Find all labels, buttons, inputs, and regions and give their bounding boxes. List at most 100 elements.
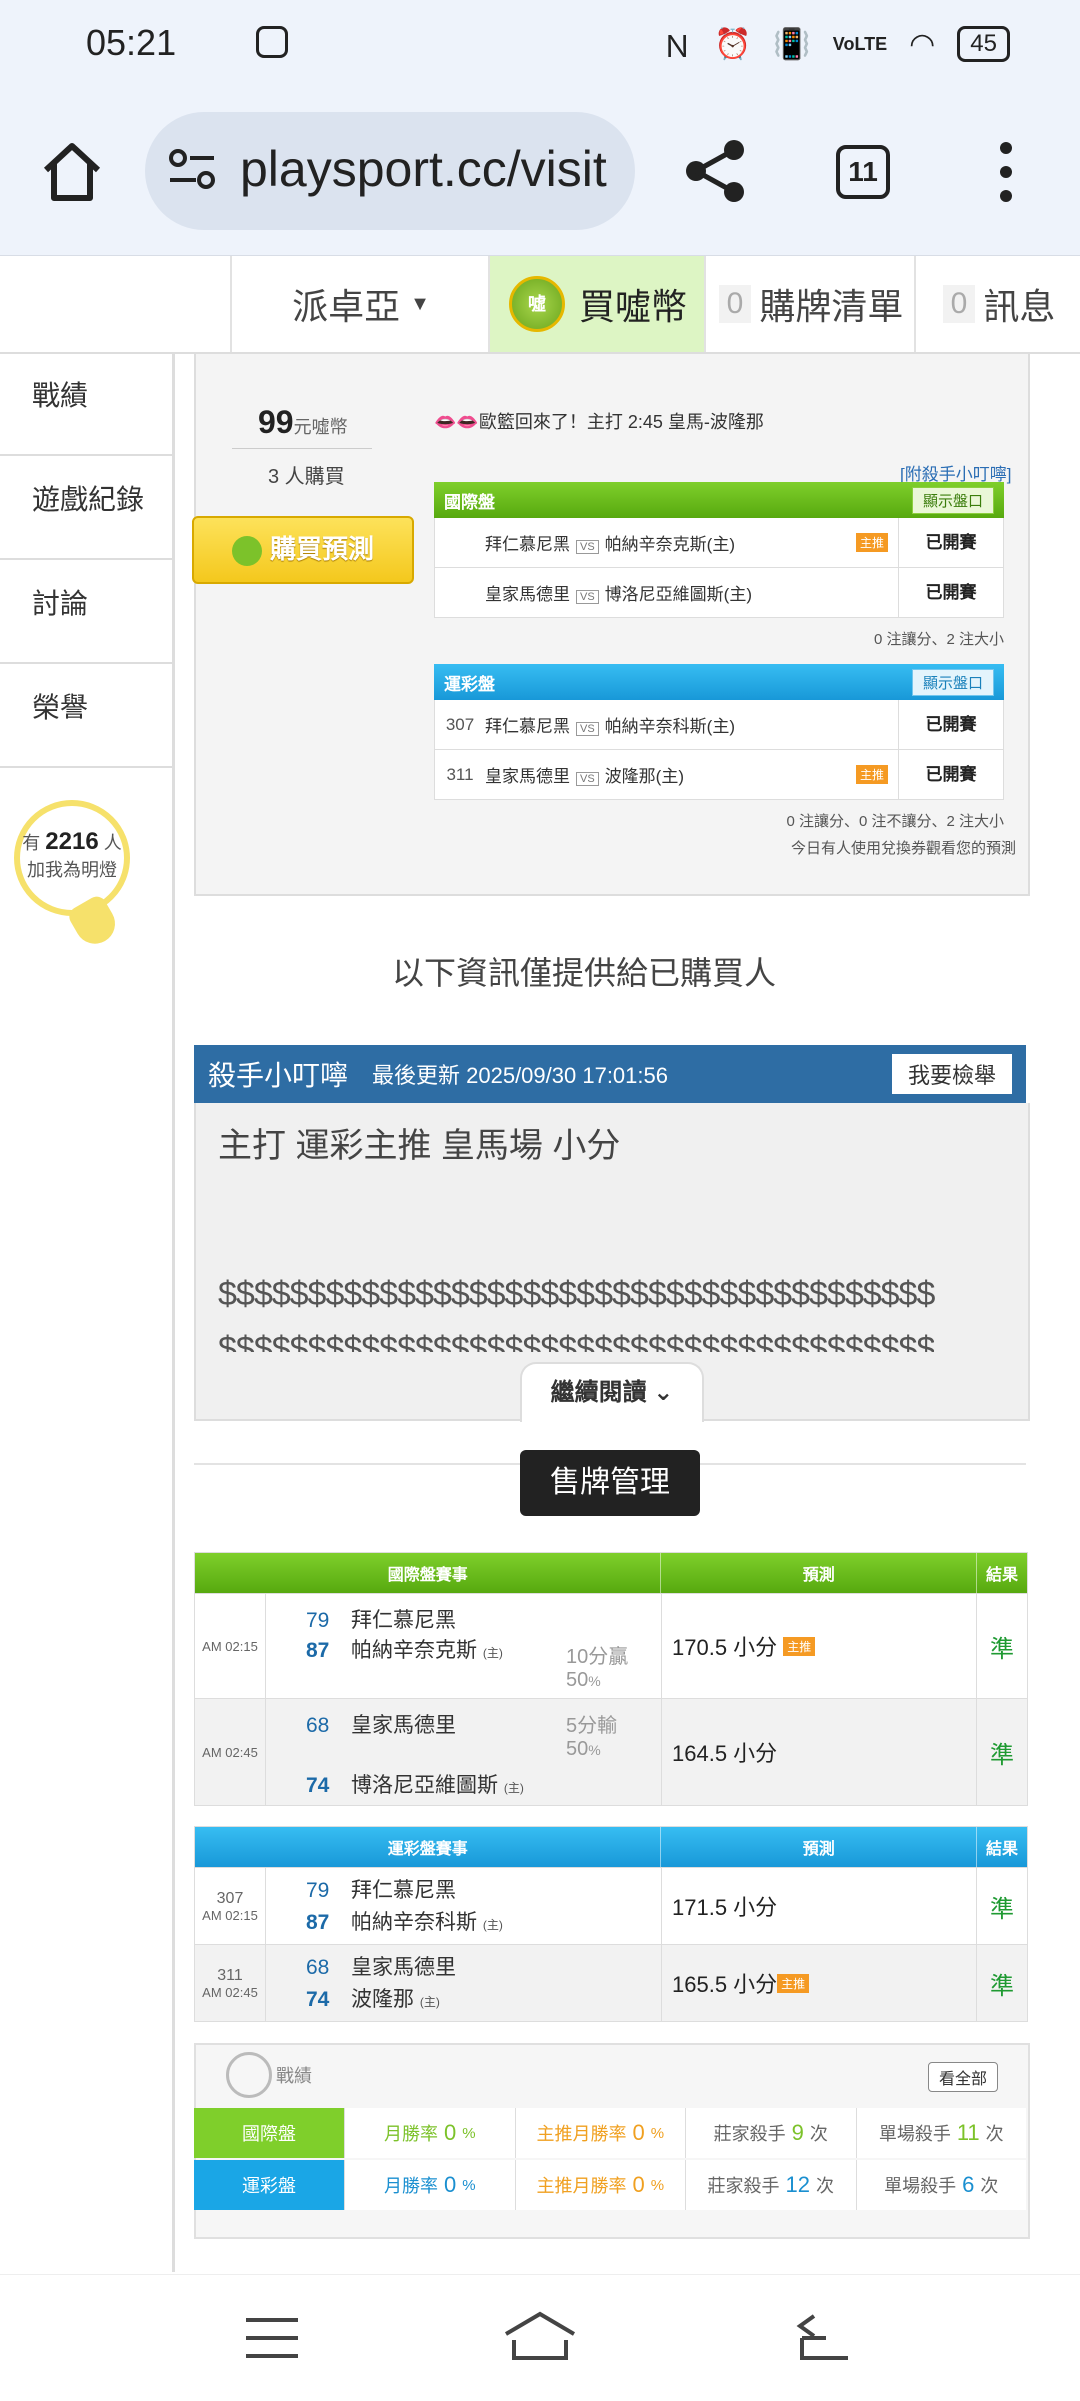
- home-mark: 主: [507, 1781, 520, 1795]
- back-icon[interactable]: [796, 2312, 852, 2362]
- results-header: 運彩盤賽事 預測 結果: [195, 1827, 1027, 1867]
- single-killer: 6: [962, 2172, 975, 2197]
- main-pick-badge: 主推: [777, 1973, 810, 1993]
- game-number: 307: [216, 1889, 244, 1907]
- team-name: 博洛尼亞維圖斯: [351, 1774, 498, 1797]
- home-mark: 主: [486, 1646, 499, 1660]
- see-all-button[interactable]: 看全部: [928, 2062, 999, 2092]
- tip-title: 殺手小叮嚀: [208, 1060, 349, 1091]
- prediction: 171.5 小分: [672, 1895, 778, 1920]
- show-odds-button[interactable]: 顯示盤口: [911, 668, 994, 696]
- table-row: AM 02:45 68 皇家馬德里 74 博洛尼亞維圖斯 (主) 5分輸 50% 16…: [195, 1698, 1027, 1805]
- home-team: 拜仁慕尼黑: [485, 535, 570, 554]
- col-result: 結果: [986, 1841, 1019, 1858]
- away-team: 帕納辛奈科斯(主): [604, 717, 736, 736]
- col-match: 運彩盤賽事: [195, 1827, 662, 1867]
- game-time: AM 02:45: [202, 1984, 258, 2000]
- team-name: 帕納辛奈科斯: [351, 1911, 477, 1934]
- price-value: 99: [258, 404, 294, 440]
- divider: [172, 352, 175, 2272]
- nav-item-discussion[interactable]: 討論: [0, 560, 172, 664]
- tip-header: 殺手小叮嚀 最後更新 2025/09/30 17:01:56 我要檢舉: [194, 1045, 1026, 1103]
- single-killer-label: 單場殺手: [884, 2176, 957, 2196]
- main-rate: 0: [632, 2120, 645, 2145]
- table-row: 307 拜仁慕尼黑 VS 帕納辛奈科斯(主) 已開賽: [434, 700, 1004, 750]
- main-rate-label: 主推月勝率: [536, 2176, 627, 2196]
- game-status: 已開賽: [898, 700, 1003, 749]
- home-mark: 主: [486, 1918, 499, 1932]
- game-number: 307: [445, 714, 475, 734]
- coupon-note: 今日有人使用兌換券觀看您的預測: [790, 840, 1016, 857]
- nav-item-honor[interactable]: 榮譽: [0, 664, 172, 768]
- cart-button[interactable]: 0 購牌清單: [704, 256, 916, 352]
- sell-manage-button[interactable]: 售牌管理: [520, 1450, 700, 1516]
- team-name: 波隆那: [351, 1988, 414, 2011]
- nav-item-record[interactable]: 戰績: [0, 352, 172, 456]
- site-settings-icon[interactable]: [168, 148, 218, 192]
- price-unit: 元噓幣: [293, 417, 348, 437]
- single-killer: 11: [956, 2120, 980, 2145]
- status-icons: Ｎ ⏰ 📳 VoLTE ◠ 45: [662, 22, 1010, 66]
- score: 68: [306, 1956, 330, 1979]
- spread-pct: 50: [566, 1669, 589, 1691]
- continue-reading-button[interactable]: 繼續閱讀 ⌄: [520, 1362, 704, 1422]
- home-team: 拜仁慕尼黑: [485, 717, 570, 736]
- lottery-note: 0 注讓分、0 注不讓分、2 注大小: [786, 813, 1004, 830]
- show-odds-button[interactable]: 顯示盤口: [911, 486, 994, 514]
- home-icon[interactable]: [40, 140, 104, 204]
- followers-suffix: 人: [103, 833, 122, 853]
- result-mark: 準: [990, 1741, 1014, 1769]
- url-text[interactable]: playsport.cc/visit: [240, 140, 615, 198]
- main-pick-badge: 主推: [855, 765, 888, 784]
- spread-pct: 50: [566, 1738, 589, 1760]
- report-button[interactable]: 我要檢舉: [891, 1054, 1012, 1094]
- followers-prefix: 有: [22, 833, 41, 853]
- pct-sign: %: [462, 2176, 476, 2194]
- result-mark: 準: [990, 1972, 1014, 2000]
- alarm-icon: ⏰: [714, 27, 752, 61]
- home-mark: 主: [423, 1995, 436, 2009]
- msg-label: 訊息: [983, 286, 1056, 327]
- followers-count: 2216: [45, 828, 99, 855]
- tab-switcher-button[interactable]: 11: [836, 145, 890, 199]
- away-team: 博洛尼亞維圖斯(主): [604, 585, 753, 604]
- score: 79: [306, 1879, 330, 1902]
- more-menu-icon[interactable]: [996, 140, 1016, 204]
- team-name: 皇家馬德里: [351, 1714, 456, 1737]
- target-icon: [226, 2052, 272, 2098]
- times-unit: 次: [809, 2124, 828, 2144]
- instagram-icon: [256, 26, 288, 58]
- user-name: 派卓亞: [292, 286, 401, 327]
- main-rate-label: 主推月勝率: [536, 2124, 627, 2144]
- intl-games-table: 國際盤 顯示盤口 拜仁慕尼黑 VS 帕納辛奈克斯(主) 主推 已開賽 皇家馬德里 VS…: [434, 482, 1004, 659]
- wifi-icon: ◠: [909, 27, 936, 61]
- dealer-killer: 12: [785, 2172, 810, 2197]
- battery-icon: 45: [957, 26, 1010, 62]
- continue-label: 繼續閱讀: [550, 1379, 647, 1406]
- share-icon[interactable]: [684, 138, 748, 204]
- home-team: 皇家馬德里: [485, 767, 570, 786]
- dealer-killer: 9: [791, 2120, 804, 2145]
- home-nav-icon[interactable]: [502, 2310, 578, 2362]
- buy-prediction-button[interactable]: 購買預測: [192, 516, 414, 584]
- messages-button[interactable]: 0 訊息: [914, 256, 1080, 352]
- team-name: 皇家馬德里: [351, 1956, 456, 1979]
- stats-row-lottery: 運彩盤 月勝率 0% 主推月勝率 0% 莊家殺手 12 次 單場殺手 6 次: [194, 2160, 1026, 2210]
- follow-light-button[interactable]: 有 2216 人 加我為明燈: [14, 800, 130, 916]
- col-match: 國際盤賽事: [195, 1553, 662, 1593]
- recent-apps-icon[interactable]: [244, 2316, 300, 2360]
- buy-coin-button[interactable]: 噓 買噓幣: [488, 256, 706, 352]
- buyer-count: 3 人購買: [268, 466, 345, 488]
- msg-count: 0: [942, 285, 976, 323]
- lottery-games-table: 運彩盤 顯示盤口 307 拜仁慕尼黑 VS 帕納辛奈科斯(主) 已開賽 311 皇家…: [434, 664, 1016, 868]
- coin-icon: [231, 536, 262, 567]
- stats-label: 國際盤: [194, 2108, 344, 2158]
- vs-badge: VS: [576, 772, 599, 786]
- times-unit: 次: [985, 2124, 1004, 2144]
- score: 68: [306, 1714, 330, 1737]
- divider: [232, 448, 372, 449]
- nav-item-game-log[interactable]: 遊戲紀錄: [0, 456, 172, 560]
- user-dropdown[interactable]: 派卓亞 ▼: [230, 256, 490, 352]
- vs-badge: VS: [576, 590, 599, 604]
- vibrate-icon: 📳: [773, 27, 811, 61]
